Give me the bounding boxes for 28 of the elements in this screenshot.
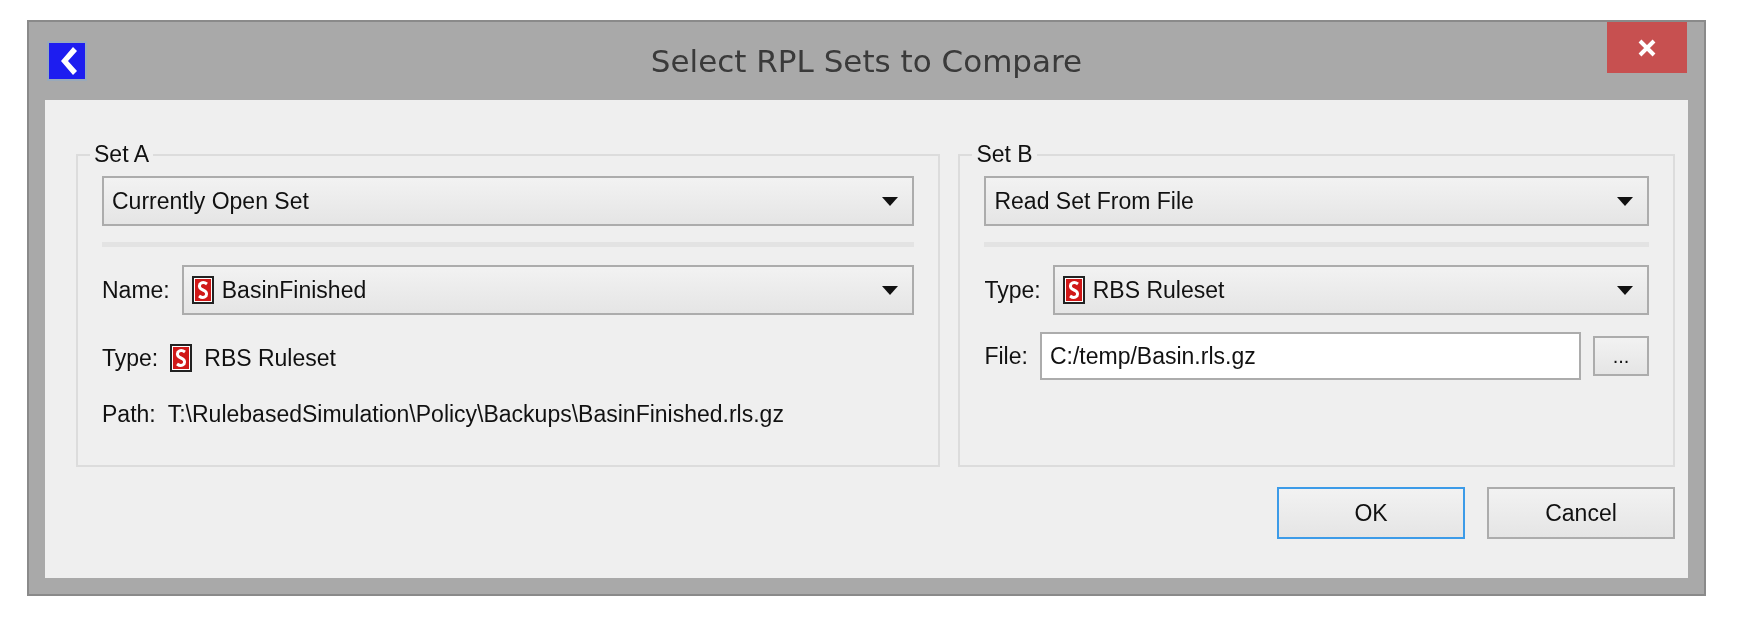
type-dropdown[interactable]: RBS Ruleset	[1052, 265, 1649, 315]
dropdown-caret-icon	[882, 196, 899, 206]
field-label: Name:	[102, 276, 170, 304]
field-label: Path:	[102, 400, 156, 428]
field-label: File:	[984, 342, 1028, 370]
group-title: Set A	[93, 141, 150, 168]
set-source-dropdown[interactable]: Read Set From File	[984, 176, 1649, 226]
close-icon	[1637, 37, 1657, 58]
type-value: RBS Ruleset	[204, 344, 336, 372]
ruleset-icon	[191, 276, 214, 304]
dialog-button[interactable]: Cancel	[1487, 487, 1675, 539]
field-label: Type:	[984, 276, 1041, 304]
window-title: Select RPL Sets to Compare	[649, 42, 1084, 81]
path-value: T:\RulebasedSimulation\Policy\Backups\BasinFinished.rls.gz	[167, 400, 784, 428]
dropdown-caret-icon	[882, 285, 899, 295]
dropdown-caret-icon	[1617, 196, 1633, 206]
name-dropdown[interactable]: BasinFinished	[181, 265, 915, 315]
group-title: Set B	[975, 141, 1034, 168]
dialog-button[interactable]: OK	[1277, 487, 1465, 539]
file-path-field[interactable]: C:/temp/Basin.rls.gz	[1039, 332, 1581, 380]
app-logo-icon	[47, 41, 87, 81]
set-source-dropdown[interactable]: Currently Open Set	[102, 176, 915, 226]
field-label: Type:	[102, 344, 159, 372]
ruleset-icon	[1062, 276, 1085, 304]
ruleset-icon	[170, 344, 193, 372]
close-button[interactable]	[1607, 22, 1687, 73]
dropdown-caret-icon	[1617, 285, 1633, 295]
browse-button[interactable]: ...	[1593, 336, 1649, 376]
